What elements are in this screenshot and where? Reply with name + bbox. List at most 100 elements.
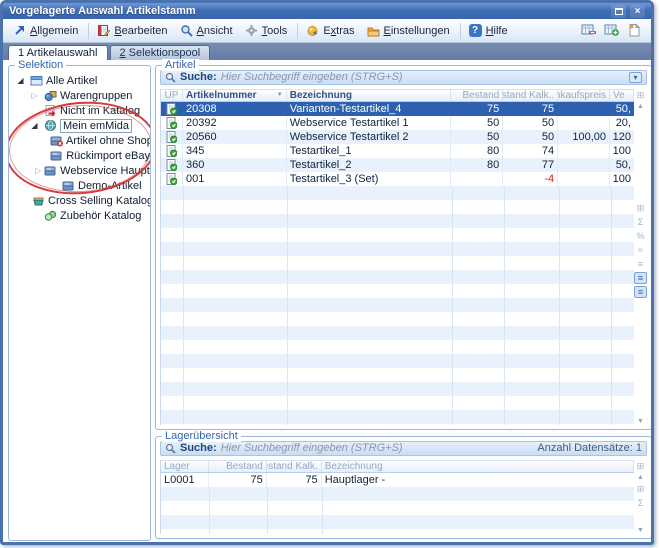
tree-item-warengruppen[interactable]: ▷ Warengruppen	[9, 88, 150, 103]
column-header-einkaufspreis[interactable]: Einkaufspreis	[558, 90, 610, 101]
column-header-ve[interactable]: Ve	[610, 90, 634, 101]
tree-item-webservice-hauptkategorie[interactable]: ▷ Webservice Hauptkategorie	[9, 163, 150, 178]
cell-ve: 100	[610, 144, 634, 158]
menu-label: Einstellungen	[384, 25, 450, 37]
tab-selektionspool[interactable]: 2 Selektionspool	[110, 45, 211, 60]
table-row[interactable]: 20308 Varianten-Testartikel_4 75 75 50,	[161, 102, 634, 116]
scroll-up-icon[interactable]: ▲	[637, 474, 644, 481]
tree-item-label: Alle Artikel	[46, 75, 97, 87]
tree-item-demo-artikel[interactable]: Demo-Artikel	[9, 178, 150, 193]
detail-view-button[interactable]: ≡	[634, 286, 647, 298]
tree-item-artikel-ohne-shop-kategorie[interactable]: Artikel ohne Shop-Kategorie	[9, 133, 150, 148]
tree-item-cross-selling-katalog[interactable]: Cross Selling Katalog	[9, 193, 150, 208]
zoom-icon[interactable]: Σ	[634, 216, 647, 228]
menu-hilfe[interactable]: ? Hilfe	[464, 22, 515, 39]
table-row[interactable]: 360 Testartikel_2 80 77 50,	[161, 158, 634, 172]
cell-bestand: 50	[451, 130, 503, 144]
column-header-bestand-kalk[interactable]: Bestand Kalk..	[503, 90, 558, 101]
column-header-lager[interactable]: Lager	[161, 461, 209, 472]
scroll-up-icon[interactable]: ▲	[637, 103, 644, 110]
column-header-bestand[interactable]: Bestand	[451, 90, 503, 101]
menu-extras[interactable]: Extras	[301, 22, 361, 39]
cell-ve: 120	[610, 130, 634, 144]
menu-einstellungen[interactable]: Einstellungen	[362, 22, 457, 39]
filter-icon[interactable]: ≈	[634, 244, 647, 256]
tab-artikelauswahl[interactable]: 1 Artikelauswahl	[8, 45, 108, 60]
search-placeholder[interactable]: Hier Suchbegriff eingeben (STRG+S)	[221, 442, 403, 455]
menu-tools[interactable]: Tools	[240, 22, 295, 39]
column-header-up[interactable]: UP	[161, 90, 183, 101]
list-icon[interactable]: ≡	[634, 258, 647, 270]
cell-artikelnummer: 20392	[183, 116, 287, 130]
column-header-bestand-kalk[interactable]: Bestand Kalk.	[267, 461, 322, 472]
table-row[interactable]: 20560 Webservice Testartikel 2 50 50 100…	[161, 130, 634, 144]
cell-ve: 100	[610, 172, 634, 186]
artikel-side-toolbar: ⊞ ▲ ⊞ Σ % ≈ ≡ ≡ ≡ ▼	[633, 89, 648, 425]
cell-einkaufspreis	[558, 144, 610, 158]
scroll-down-icon[interactable]: ▼	[637, 418, 644, 425]
page-check-icon	[161, 172, 183, 186]
tree-item-alle-artikel[interactable]: ◢ Alle Artikel	[9, 73, 150, 88]
menu-separator	[88, 23, 89, 39]
expander-expanded-icon[interactable]: ◢	[29, 118, 40, 133]
expander-collapsed-icon[interactable]: ▷	[35, 163, 41, 178]
column-header-bestand[interactable]: Bestand	[209, 461, 267, 472]
tree-item-mein-emmida[interactable]: ◢ Mein emMida	[9, 118, 150, 133]
menu-bearbeiten[interactable]: Bearbeiten	[92, 22, 174, 39]
grid-columns-icon[interactable]: ⊞	[634, 202, 647, 214]
cell-bezeichnung: Testartikel_1	[287, 144, 452, 158]
sort-desc-icon: ▼	[277, 90, 283, 101]
tree-item-label: Demo-Artikel	[78, 180, 142, 192]
restore-button[interactable]	[611, 5, 626, 18]
column-chooser-icon[interactable]: ⊞	[634, 89, 647, 101]
cell-einkaufspreis	[558, 158, 610, 172]
search-label: Suche:	[180, 71, 217, 84]
gear-icon	[245, 24, 258, 37]
cell-bestand-kalk: 77	[503, 158, 558, 172]
menu-allgemein[interactable]: Allgemein	[8, 22, 85, 39]
list-view-button[interactable]: ≡	[634, 272, 647, 284]
search-options-button[interactable]: ▾	[629, 72, 642, 83]
tree-item-label: Nicht im Katalog	[60, 105, 140, 117]
new-document-icon[interactable]	[627, 23, 641, 38]
column-chooser-icon[interactable]: ⊞	[634, 460, 647, 472]
tree-item-label-editbox[interactable]: Mein emMida	[60, 119, 132, 133]
cell-bestand: 80	[451, 144, 503, 158]
menu-ansicht[interactable]: Ansicht	[175, 22, 240, 39]
expander-expanded-icon[interactable]: ◢	[15, 73, 26, 88]
tree-item-nicht-im-katalog[interactable]: Nicht im Katalog	[9, 103, 150, 118]
tree-item-zubehoer-katalog[interactable]: Zubehör Katalog	[9, 208, 150, 223]
artikel-search-bar[interactable]: Suche: Hier Suchbegriff eingeben (STRG+S…	[160, 70, 647, 85]
cart-icon	[32, 194, 45, 207]
column-header-bezeichnung[interactable]: Bezeichnung	[287, 90, 452, 101]
table-row[interactable]: 20392 Webservice Testartikel 1 50 50 20,	[161, 116, 634, 130]
table-row[interactable]: 001 Testartikel_3 (Set) -4 100	[161, 172, 634, 186]
lager-table: Lager Bestand Bestand Kalk. Bezeichnung …	[160, 460, 634, 534]
table-add-icon[interactable]	[604, 23, 620, 38]
sum-icon[interactable]: Σ	[634, 497, 647, 509]
lager-search-bar[interactable]: Suche: Hier Suchbegriff eingeben (STRG+S…	[160, 441, 647, 456]
scroll-down-icon[interactable]: ▼	[637, 527, 644, 534]
search-placeholder[interactable]: Hier Suchbegriff eingeben (STRG+S)	[221, 71, 403, 84]
grid-columns-icon[interactable]: ⊞	[634, 483, 647, 495]
title-bar[interactable]: Vorgelagerte Auswahl Artikelstamm ×	[3, 3, 651, 19]
table-row[interactable]: 345 Testartikel_1 80 74 100	[161, 144, 634, 158]
column-header-artikelnummer[interactable]: Artikelnummer▼	[183, 90, 287, 101]
edit-notebook-icon	[97, 24, 110, 37]
percent-icon[interactable]: %	[634, 230, 647, 242]
menu-label: Allgemein	[30, 25, 78, 37]
column-header-bezeichnung[interactable]: Bezeichnung	[322, 461, 634, 472]
cell-bestand-kalk: 75	[503, 102, 558, 116]
close-button[interactable]: ×	[630, 5, 645, 18]
category-icon	[50, 149, 63, 162]
window-icon	[29, 74, 43, 87]
table-remove-icon[interactable]	[581, 23, 597, 38]
tab-strip: 1 Artikelauswahl 2 Selektionspool	[3, 43, 651, 60]
menu-label: Hilfe	[486, 25, 508, 37]
tree-item-rueckimport-ebay[interactable]: Rückimport eBay	[9, 148, 150, 163]
selektion-panel: Selektion ◢ Alle Artikel ▷ Warengruppen …	[8, 65, 151, 541]
table-row[interactable]: L0001 75 75 Hauptlager -	[161, 473, 634, 487]
expander-collapsed-icon[interactable]: ▷	[29, 88, 40, 103]
cell-bestand	[451, 172, 503, 186]
empty-rows-area	[161, 186, 634, 425]
